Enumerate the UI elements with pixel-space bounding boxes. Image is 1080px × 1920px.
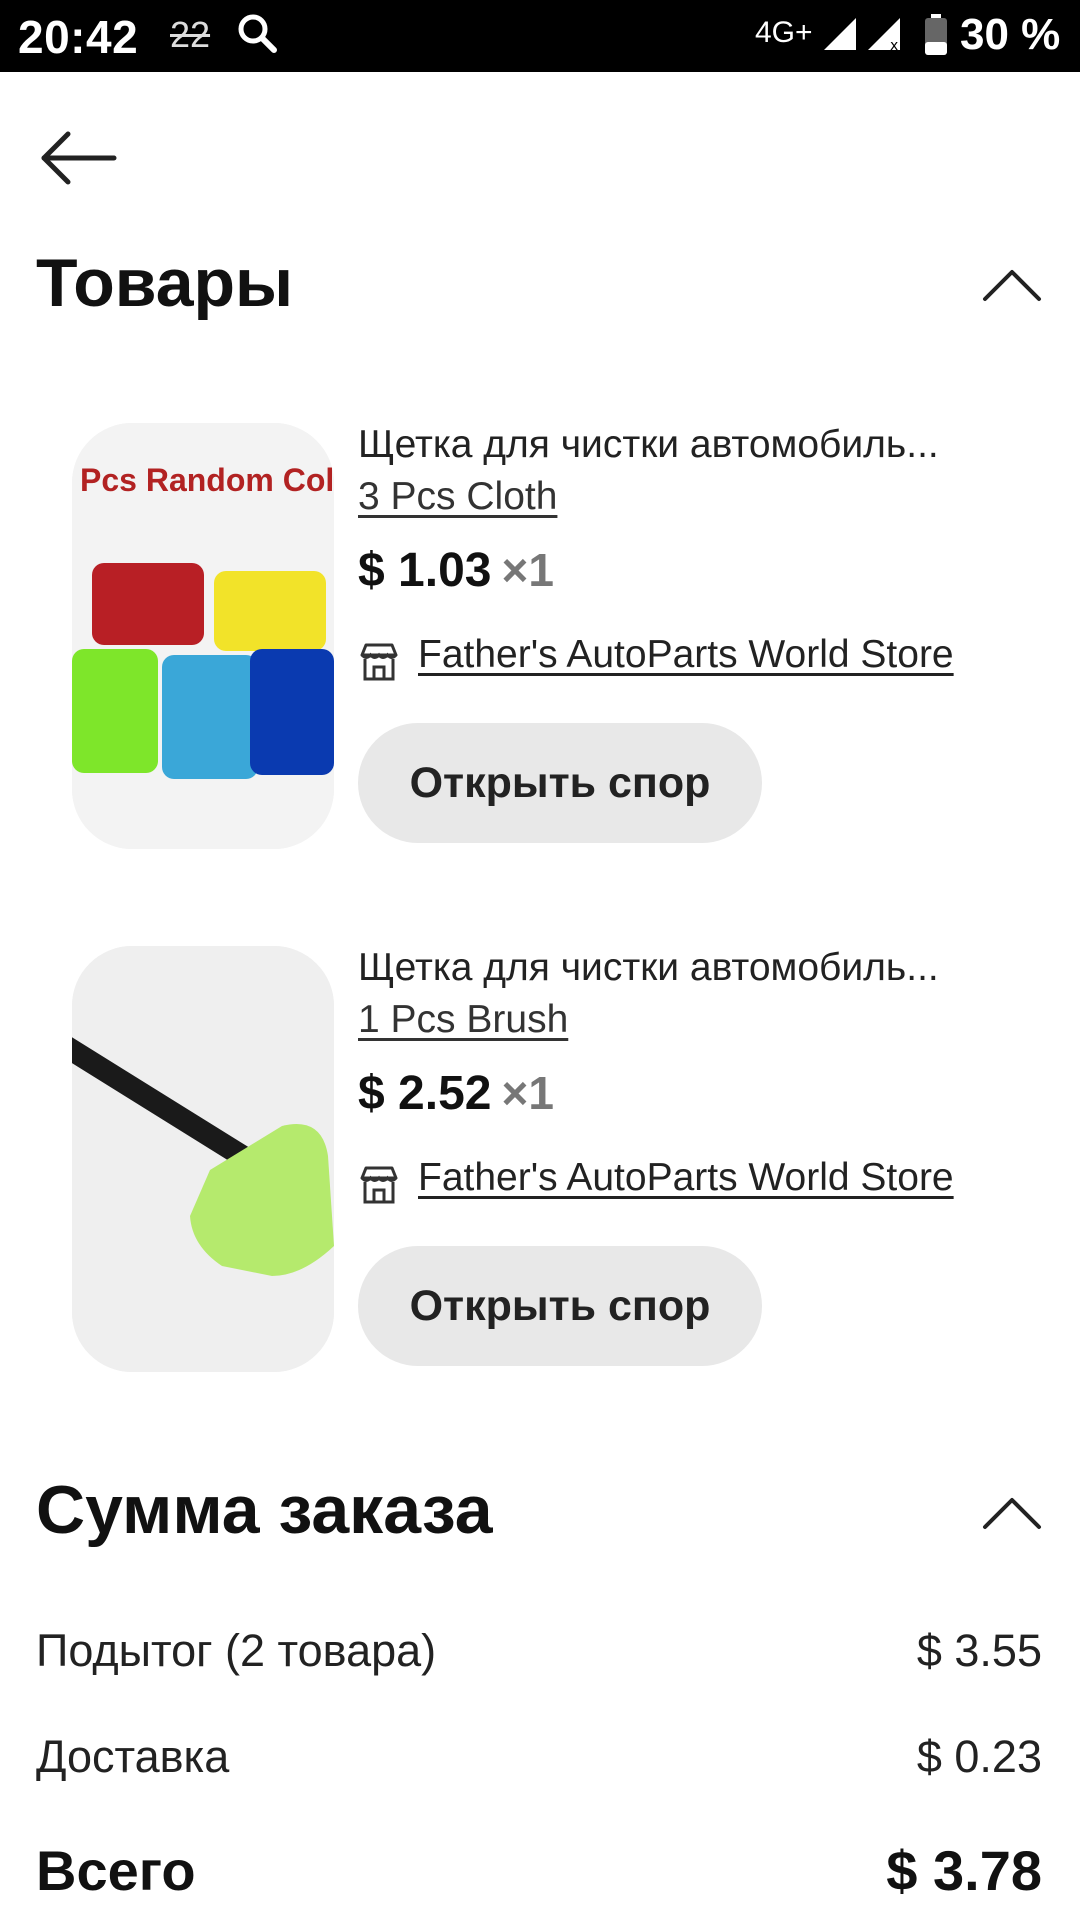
- subtotal-label: Подытог (2 товара): [36, 1625, 437, 1676]
- quantity: ×1: [501, 1067, 554, 1119]
- status-time: 20:42: [18, 11, 139, 63]
- product-variant[interactable]: 3 Pcs Cloth: [358, 475, 557, 519]
- battery-percent: 30 %: [960, 10, 1061, 59]
- product-item: Щетка для чистки автомобиль... 1 Pcs Bru…: [0, 946, 1080, 1376]
- subtotal-row: Подытог (2 товара) $ 3.55: [36, 1625, 1042, 1677]
- product-image[interactable]: Pcs Random Colo: [72, 423, 334, 849]
- price-value: $ 2.52: [358, 1067, 492, 1120]
- order-summary-title: Сумма заказа: [36, 1472, 493, 1548]
- quantity: ×1: [501, 544, 554, 596]
- product-item: Pcs Random Colo Щетка для чистки автомоб…: [0, 423, 1080, 853]
- product-title[interactable]: Щетка для чистки автомобиль...: [358, 423, 1008, 467]
- product-price: $ 2.52 ×1: [358, 1066, 554, 1121]
- network-type: 4G+: [755, 16, 813, 49]
- arrow-left-icon: [41, 131, 117, 185]
- store-link[interactable]: Father's AutoParts World Store: [418, 1156, 954, 1200]
- product-title[interactable]: Щетка для чистки автомобиль...: [358, 946, 1008, 990]
- svg-text:x: x: [890, 38, 898, 52]
- product-image[interactable]: [72, 946, 334, 1372]
- products-collapse-button[interactable]: [982, 266, 1042, 302]
- shipping-row: Доставка $ 0.23: [36, 1731, 1042, 1783]
- open-dispute-button[interactable]: Открыть спор: [358, 1246, 762, 1366]
- signal-icon: [822, 16, 858, 57]
- store-icon: [358, 1164, 400, 1211]
- product-price: $ 1.03 ×1: [358, 543, 554, 598]
- back-button[interactable]: [38, 130, 118, 186]
- signal-no-service-icon: x: [866, 16, 906, 57]
- price-value: $ 1.03: [358, 544, 492, 597]
- subtotal-value: $ 3.55: [916, 1625, 1042, 1676]
- product-image-caption: Pcs Random Colo: [80, 462, 334, 498]
- total-label: Всего: [36, 1839, 196, 1902]
- store-link[interactable]: Father's AutoParts World Store: [418, 633, 954, 677]
- store-icon: [358, 641, 400, 688]
- notification-count: 22: [170, 14, 211, 55]
- product-variant[interactable]: 1 Pcs Brush: [358, 998, 568, 1042]
- status-bar: 20:42 22 4G+ x 30 %: [0, 0, 1080, 72]
- open-dispute-button[interactable]: Открыть спор: [358, 723, 762, 843]
- summary-collapse-button[interactable]: [982, 1494, 1042, 1530]
- shipping-label: Доставка: [36, 1731, 230, 1782]
- shipping-value: $ 0.23: [916, 1731, 1042, 1782]
- products-section-title: Товары: [36, 245, 294, 321]
- search-icon: [236, 12, 278, 59]
- chevron-up-icon: [983, 270, 1041, 301]
- total-row: Всего $ 3.78: [36, 1838, 1042, 1903]
- total-value: $ 3.78: [886, 1839, 1042, 1902]
- chevron-up-icon: [983, 1498, 1041, 1529]
- battery-icon: [924, 14, 948, 61]
